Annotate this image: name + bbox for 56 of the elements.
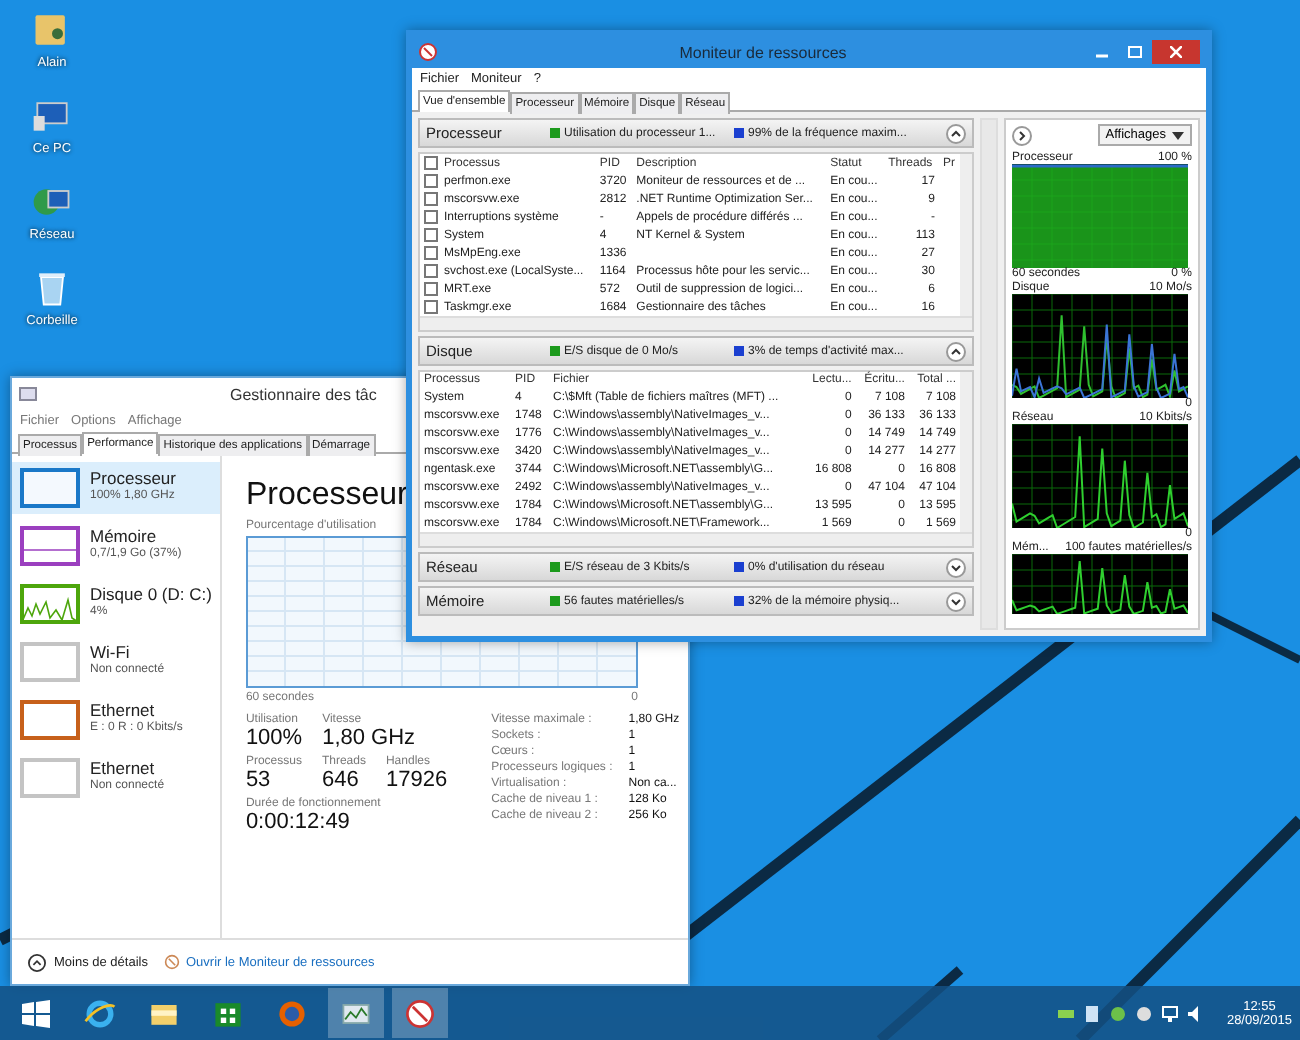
window-title: Moniteur de ressources (677, 43, 849, 61)
stat-value: 646 (321, 768, 361, 792)
device-name: Ethernet (90, 700, 157, 720)
horizontal-scrollbar[interactable] (420, 532, 972, 547)
legend-square-icon (550, 346, 560, 357)
vertical-scrollbar[interactable] (960, 154, 972, 317)
legend-square-icon (734, 128, 744, 138)
legend-square-icon (734, 346, 744, 357)
checkbox[interactable] (424, 174, 438, 189)
expand-icon (946, 591, 966, 612)
vertical-scrollbar[interactable] (960, 372, 972, 533)
firefox-icon (274, 995, 310, 1031)
device-name: Wi-Fi (90, 642, 132, 662)
checkbox[interactable] (424, 246, 438, 261)
checkbox[interactable] (424, 264, 438, 279)
expand-icon (946, 557, 966, 578)
legend-square-icon (734, 562, 744, 573)
page-heading: Processeur (245, 478, 408, 514)
windows-logo-icon (22, 999, 50, 1027)
resource-monitor-icon (418, 42, 438, 62)
collapse-icon (28, 953, 46, 971)
device-name: Processeur (90, 468, 176, 488)
legend-square-icon (550, 562, 560, 573)
checkbox[interactable] (424, 282, 438, 297)
checkbox[interactable] (424, 156, 438, 170)
checkbox[interactable] (424, 192, 438, 207)
taskbar-app[interactable] (328, 988, 384, 1038)
resource-monitor-icon (163, 954, 180, 970)
close-button[interactable] (1152, 40, 1200, 64)
resource-monitor-icon (402, 995, 438, 1031)
checkbox[interactable] (424, 228, 438, 243)
device-name: Disque 0 (D: C:) (90, 584, 212, 604)
maximize-icon (1127, 46, 1141, 58)
taskbar-app[interactable] (392, 988, 448, 1038)
device-name: Mémoire (90, 526, 159, 546)
checkbox[interactable] (424, 300, 438, 315)
stat-value: 0:00:12:49 (245, 810, 352, 834)
dropdown-arrow-icon (1172, 131, 1184, 139)
close-icon (1170, 46, 1182, 58)
collapse-icon (946, 123, 966, 143)
window-title: Gestionnaire des tâc (230, 385, 377, 403)
stat-value: 1,80 GHz (322, 726, 416, 750)
stat-value: 100% (245, 726, 303, 750)
stat-value: 53 (245, 768, 273, 792)
legend-square-icon (550, 596, 560, 607)
network-icon (1162, 1005, 1179, 1021)
expand-icon[interactable] (1012, 125, 1032, 145)
checkbox[interactable] (424, 210, 438, 225)
collapse-icon (946, 341, 966, 362)
horizontal-scrollbar[interactable] (420, 316, 972, 331)
app-icon (18, 384, 38, 404)
browser-icon (82, 995, 118, 1031)
stat-value: 17926 (385, 768, 448, 792)
device-name: Ethernet (90, 758, 157, 778)
legend-square-icon (734, 596, 744, 607)
legend-square-icon (550, 128, 560, 138)
